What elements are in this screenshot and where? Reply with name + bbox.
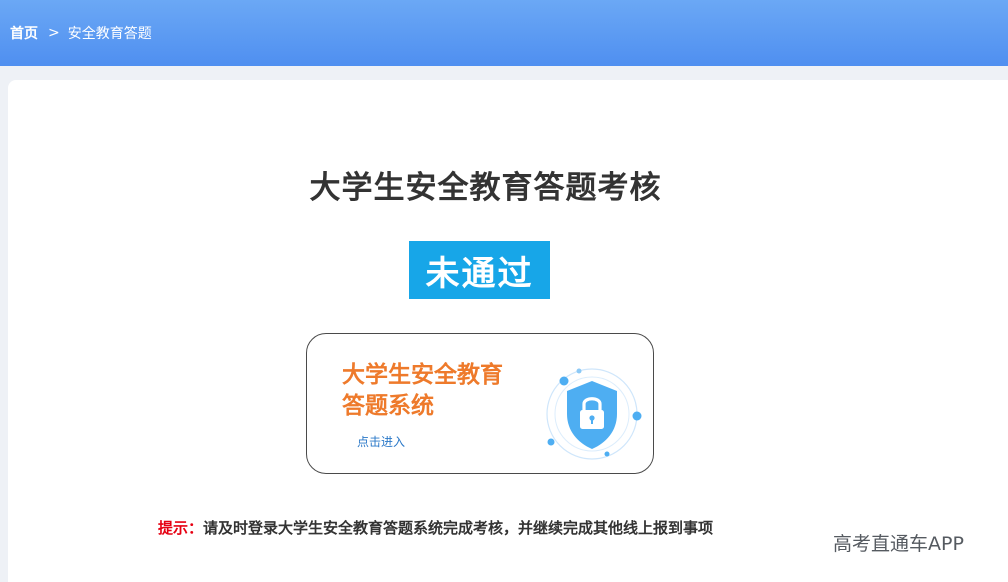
quiz-system-entry-card[interactable]: 大学生安全教育 答题系统 点击进入 <box>306 333 654 474</box>
breadcrumb-home-link[interactable]: 首页 <box>10 23 38 43</box>
tip-label: 提示： <box>158 519 204 537</box>
tip-message: 提示：请及时登录大学生安全教育答题系统完成考核，并继续完成其他线上报到事项 <box>158 517 713 538</box>
chevron-right-icon: > <box>48 25 60 41</box>
system-name-line1: 大学生安全教育 <box>342 362 503 388</box>
content-card: 大学生安全教育答题考核 未通过 大学生安全教育 答题系统 点击进入 提示：请及时… <box>8 80 1008 582</box>
system-name: 大学生安全教育 答题系统 <box>342 360 542 422</box>
shield-lock-icon <box>537 364 647 464</box>
tip-text: 请及时登录大学生安全教育答题系统完成考核，并继续完成其他线上报到事项 <box>203 519 714 537</box>
page-title: 大学生安全教育答题考核 <box>309 170 662 206</box>
watermark: 高考直通车APP <box>833 533 964 555</box>
page: 首页 > 安全教育答题 大学生安全教育答题考核 未通过 大学生安全教育 答题系统… <box>0 0 1008 582</box>
status-badge: 未通过 <box>409 241 550 299</box>
system-name-line2: 答题系统 <box>342 393 434 419</box>
breadcrumb: 首页 > 安全教育答题 <box>0 0 1008 66</box>
breadcrumb-current: 安全教育答题 <box>67 26 152 42</box>
enter-system-link[interactable]: 点击进入 <box>357 433 405 450</box>
